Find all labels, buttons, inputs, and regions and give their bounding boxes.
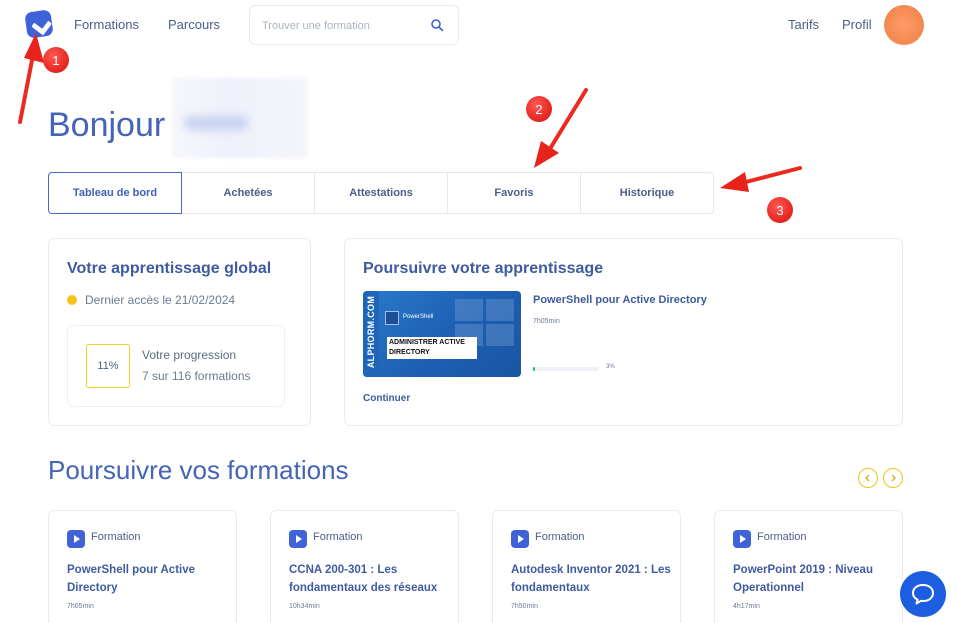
annotation-arrow-1 xyxy=(18,33,44,124)
tab-tableau-de-bord[interactable]: Tableau de bord xyxy=(48,172,182,214)
formation-card[interactable]: Formation CCNA 200-301 : Les fondamentau… xyxy=(270,510,459,623)
tab-historique[interactable]: Historique xyxy=(580,172,714,214)
nav-parcours[interactable]: Parcours xyxy=(168,17,220,32)
formation-duration: 10h34min xyxy=(289,603,320,610)
tab-attestations[interactable]: Attestations xyxy=(314,172,448,214)
formation-title[interactable]: Autodesk Inventor 2021 : Les fondamentau… xyxy=(511,561,671,597)
play-icon xyxy=(511,530,529,548)
course-progress-text: 3% xyxy=(606,364,615,370)
nav-tarifs[interactable]: Tarifs xyxy=(788,17,819,32)
play-icon xyxy=(67,530,85,548)
carousel-next-button[interactable] xyxy=(883,468,903,488)
thumbnail-vertical-text: ALPHORM.COM xyxy=(366,295,376,369)
thumbnail-product: PowerShell xyxy=(403,314,434,320)
tab-achetees[interactable]: Achetées xyxy=(181,172,315,214)
chat-bubble-icon xyxy=(912,584,934,605)
course-thumbnail[interactable]: ALPHORM.COM PowerShell ADMINISTRER ACTIV… xyxy=(363,291,521,377)
progress-count: 7 sur 116 formations xyxy=(142,369,251,383)
course-progress-fill xyxy=(533,367,535,371)
formation-type: Formation xyxy=(757,531,807,543)
clock-icon xyxy=(67,295,77,305)
formation-card[interactable]: Formation PowerShell pour Active Directo… xyxy=(48,510,237,623)
global-learning-title: Votre apprentissage global xyxy=(67,260,272,277)
nav-profil[interactable]: Profil xyxy=(842,17,872,32)
section-title: Poursuivre vos formations xyxy=(48,455,349,485)
formation-title[interactable]: PowerPoint 2019 : Niveau Operationnel xyxy=(733,561,893,597)
thumbnail-caption: ADMINISTRER ACTIVE DIRECTORY xyxy=(387,337,477,359)
formation-duration: 7h50min xyxy=(511,603,538,610)
chevron-right-icon xyxy=(891,474,896,482)
powershell-icon xyxy=(385,311,399,325)
formation-type: Formation xyxy=(91,531,141,543)
chat-button[interactable] xyxy=(900,571,946,617)
chevron-left-icon xyxy=(865,474,870,482)
play-icon xyxy=(289,530,307,548)
course-progress-bar xyxy=(533,367,599,371)
progress-percent: 11% xyxy=(86,344,130,388)
formation-card[interactable]: Formation Autodesk Inventor 2021 : Les f… xyxy=(492,510,681,623)
formation-type: Formation xyxy=(535,531,585,543)
nav-formations[interactable]: Formations xyxy=(74,17,139,32)
formation-type: Formation xyxy=(313,531,363,543)
blurred-username xyxy=(172,78,308,158)
progress-box: 11% Votre progression 7 sur 116 formatio… xyxy=(67,325,285,407)
annotation-marker-1: 1 xyxy=(43,47,69,73)
course-title[interactable]: PowerShell pour Active Directory xyxy=(533,294,707,306)
formation-card[interactable]: Formation PowerPoint 2019 : Niveau Opera… xyxy=(714,510,903,623)
annotation-arrow-3 xyxy=(720,166,802,192)
play-icon xyxy=(733,530,751,548)
search-icon[interactable] xyxy=(430,18,444,32)
avatar[interactable] xyxy=(884,5,924,45)
continue-link[interactable]: Continuer xyxy=(363,393,410,404)
page-title: Bonjour xyxy=(48,106,166,144)
course-duration: 7h05min xyxy=(533,318,560,325)
last-access-text: Dernier accès le 21/02/2024 xyxy=(85,293,236,307)
annotation-marker-2: 2 xyxy=(526,96,552,122)
formation-duration: 7h05min xyxy=(67,603,94,610)
logo-icon[interactable] xyxy=(24,9,54,39)
carousel-prev-button[interactable] xyxy=(858,468,878,488)
search-box xyxy=(249,5,459,45)
search-input[interactable] xyxy=(262,17,422,35)
dashboard-tabs: Tableau de bord Achetées Attestations Fa… xyxy=(48,172,714,214)
tab-favoris[interactable]: Favoris xyxy=(447,172,581,214)
continue-learning-card: Poursuivre votre apprentissage ALPHORM.C… xyxy=(344,238,903,426)
formation-duration: 4h17min xyxy=(733,603,760,610)
formation-title[interactable]: PowerShell pour Active Directory xyxy=(67,561,227,597)
annotation-marker-3: 3 xyxy=(767,197,793,223)
formation-title[interactable]: CCNA 200-301 : Les fondamentaux des rése… xyxy=(289,561,449,597)
progress-label: Votre progression xyxy=(142,348,237,362)
global-learning-card: Votre apprentissage global Dernier accès… xyxy=(48,238,311,426)
continue-learning-title: Poursuivre votre apprentissage xyxy=(363,260,604,277)
